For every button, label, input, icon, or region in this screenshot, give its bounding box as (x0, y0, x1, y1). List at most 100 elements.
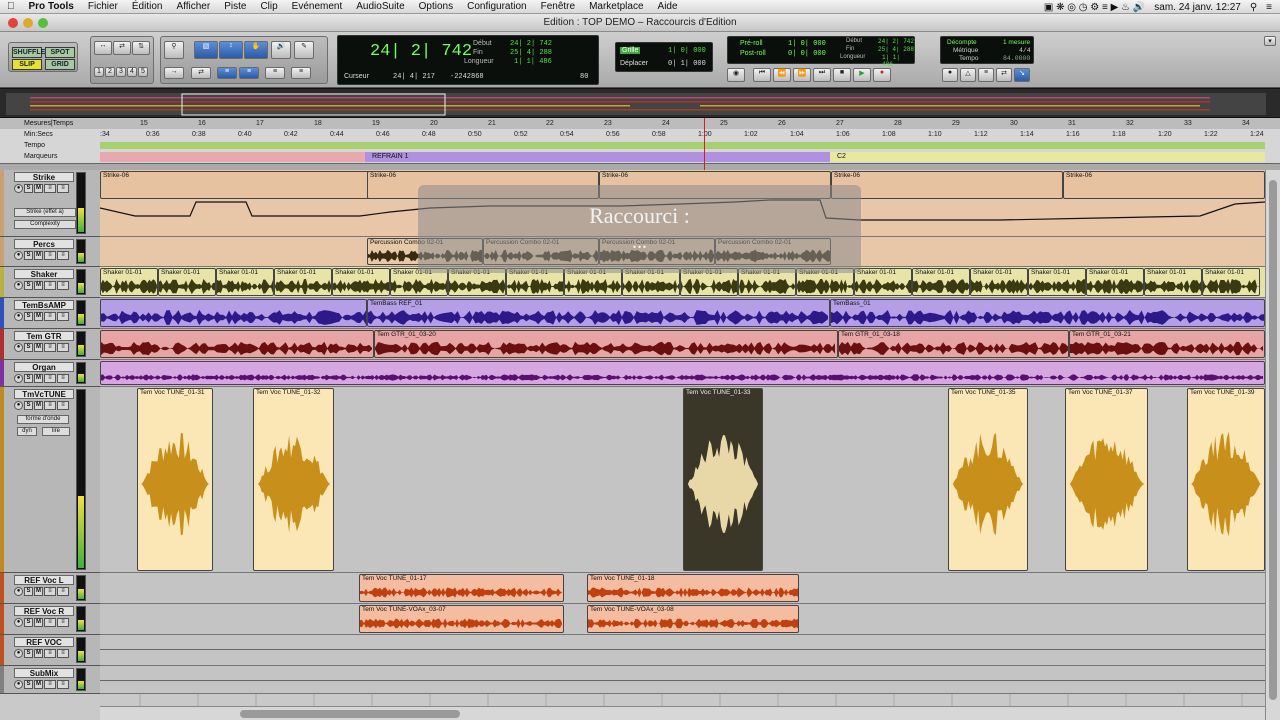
record-enable-button[interactable]: ● (14, 184, 23, 193)
spot-mode-button[interactable]: SPOT (45, 47, 75, 58)
vertical-scrollbar[interactable] (1265, 170, 1280, 720)
grid-mode-button[interactable]: GRID (45, 59, 75, 70)
audio-clip[interactable]: Shaker 01-01 (332, 268, 390, 296)
automation-button[interactable]: ≡ (57, 184, 69, 193)
list-icon[interactable]: ≡ (1266, 2, 1272, 13)
audio-clip[interactable]: Tem Voc TUNE_01-18 (587, 574, 799, 602)
menu-fenetre[interactable]: Fenêtre (534, 1, 582, 12)
track-header[interactable]: Strike ● S M ≡ ≡ Strike (effet a) Complexity (0, 170, 100, 237)
menu-options[interactable]: Options (412, 1, 460, 12)
track-lane[interactable]: Tem Voc TUNE_01-31 Tem Voc TUNE_01-32 Tem … (100, 387, 1265, 573)
track-name[interactable]: SubMix (14, 668, 74, 678)
audio-clip[interactable]: TemBass_01 (830, 299, 1265, 327)
status-icons[interactable]: ▣ ❋ ◎ ◷ ⚙ ≡ ▶ ♨ 🔊 (1044, 2, 1145, 13)
audio-clip[interactable]: Shaker 01-01 (912, 268, 970, 296)
zoom-preset-4[interactable]: 4 (127, 67, 137, 77)
nudge-value[interactable]: 0| 1| 000 (668, 60, 706, 68)
record-enable-button[interactable]: ● (14, 587, 23, 596)
track-header[interactable]: TmVcTUNE ● S M ≡ ≡ forme d'onde dyn lire (0, 387, 100, 573)
track-view-button[interactable]: ≡ (44, 649, 56, 658)
audio-clip[interactable]: Tem Voc TUNE_01-37 (1065, 388, 1148, 571)
automation-button[interactable]: ≡ (57, 374, 69, 383)
play-icon[interactable]: ▶ (853, 68, 871, 82)
markers-ruler[interactable]: Marqueurs REFRAIN 1 C2 (0, 151, 1280, 163)
app-menu[interactable]: Pro Tools (22, 1, 81, 12)
record-enable-button[interactable]: ● (14, 312, 23, 321)
tempo-value[interactable]: 84.0000 (1003, 55, 1030, 62)
minimize-window-button[interactable] (23, 18, 33, 28)
zoomer-tool-icon[interactable]: ⚲ (164, 41, 184, 59)
audio-clip[interactable]: Tem Voc TUNE_01-39 (1187, 388, 1265, 571)
tab-to-transient-icon[interactable]: → (164, 67, 184, 79)
menu-edition[interactable]: Édition (125, 1, 170, 12)
menu-fichier[interactable]: Fichier (81, 1, 125, 12)
record-icon[interactable]: ● (873, 68, 891, 82)
end-value[interactable]: 25| 4| 288 (510, 49, 552, 57)
automation-button[interactable]: ≡ (57, 312, 69, 321)
track-lane[interactable] (100, 360, 1265, 387)
audio-clip[interactable]: Tem GTR_01_03-18 (838, 330, 1069, 358)
toolbar-menu-icon[interactable]: ▾ (1264, 36, 1276, 46)
automation-button[interactable]: ≡ (57, 649, 69, 658)
link-track-icon[interactable]: ≡ (217, 67, 237, 79)
audio-clip[interactable]: Tem Voc TUNE_01-17 (359, 574, 564, 602)
menu-marketplace[interactable]: Marketplace (582, 1, 650, 12)
track-header[interactable]: Percs ● S M ≡ ≡ (0, 237, 100, 267)
automation-follows-icon[interactable]: ≡ (291, 67, 311, 79)
track-lane[interactable]: Tem Voc TUNE-VOAx_03-07 Tem Voc TUNE-VOAx… (100, 604, 1265, 635)
minsecs-ruler[interactable]: Min:Secs :34 0:36 0:38 0:40 0:42 0:44 0:46 0:48… (0, 129, 1280, 140)
track-name[interactable]: TemBsAMP (14, 300, 74, 310)
audio-clip[interactable]: Tem Voc TUNE-VOAx_03-08 (587, 605, 799, 633)
universe-overview[interactable] (0, 88, 1280, 118)
slip-mode-button[interactable]: SLIP (12, 59, 42, 70)
audio-clip[interactable]: Tem Voc TUNE_01-32 (253, 388, 334, 571)
audio-clip[interactable]: Shaker 01-01 (1028, 268, 1086, 296)
mute-button[interactable]: M (34, 251, 43, 260)
pencil-tool-icon[interactable]: ✎ (294, 41, 314, 59)
solo-button[interactable]: S (24, 251, 33, 260)
automation-button[interactable]: ≡ (57, 618, 69, 627)
track-header[interactable]: Shaker ● S M ≡ ≡ (0, 267, 100, 298)
track-header[interactable]: REF Voc L ● S M ≡ ≡ (0, 573, 100, 604)
selector-tool-icon[interactable]: ↕ (219, 41, 243, 59)
audio-clip[interactable]: Shaker 01-01 (158, 268, 216, 296)
solo-button[interactable]: S (24, 343, 33, 352)
zoom-out-icon[interactable]: ↔ (94, 41, 112, 55)
trim-tool-icon[interactable]: ▧ (194, 41, 218, 59)
track-view-button[interactable]: ≡ (44, 680, 56, 689)
solo-button[interactable]: S (24, 184, 33, 193)
track-header[interactable]: SubMix ● S M ≡ ≡ (0, 666, 100, 694)
audio-clip[interactable]: Tem Voc TUNE_01-31 (137, 388, 213, 571)
audio-clip[interactable]: Tem GTR_01_03-21 (1069, 330, 1265, 358)
transport-start[interactable]: 24| 2| 742 (878, 38, 914, 45)
menu-afficher[interactable]: Afficher (169, 1, 217, 12)
vertical-scroll-thumb[interactable] (1269, 180, 1277, 700)
track-header[interactable]: REF VOC ● S M ≡ ≡ (0, 635, 100, 666)
solo-button[interactable]: S (24, 680, 33, 689)
solo-button[interactable]: S (24, 374, 33, 383)
track-name[interactable]: TmVcTUNE (14, 389, 74, 399)
solo-button[interactable]: S (24, 618, 33, 627)
track-name[interactable]: REF Voc L (14, 575, 74, 585)
main-counter[interactable]: 24| 2| 742 (370, 42, 472, 61)
menu-aide[interactable]: Aide (651, 1, 685, 12)
automation-button[interactable]: ≡ (57, 251, 69, 260)
audio-clip[interactable]: Tem Voc TUNE-VOAx_03-07 (359, 605, 564, 633)
record-enable-button[interactable]: ● (14, 618, 23, 627)
bars-ruler[interactable]: Mesures|Temps 15 16 17 18 19 20 21 22 23 24 25 26 27… (0, 118, 1280, 129)
countoff-value[interactable]: 1 mesure (1003, 39, 1030, 46)
marker-refrain-1[interactable]: REFRAIN 1 (365, 152, 830, 162)
horizontal-scroll-thumb[interactable] (240, 710, 460, 718)
audio-clip[interactable]: Shaker 01-01 (970, 268, 1028, 296)
grid-value[interactable]: 1| 0| 000 (668, 47, 706, 55)
track-name[interactable]: Organ (14, 362, 74, 372)
track-view-button[interactable]: ≡ (44, 312, 56, 321)
mute-button[interactable]: M (34, 649, 43, 658)
shuffle-mode-button[interactable]: SHUFFLE (12, 47, 45, 58)
menu-piste[interactable]: Piste (217, 1, 253, 12)
timebase-selector[interactable]: dyn (17, 427, 37, 436)
zoom-preset-2[interactable]: 2 (105, 67, 115, 77)
menu-evenement[interactable]: Evénement (285, 1, 350, 12)
return-to-zero-icon[interactable]: ⏮ (753, 68, 771, 82)
solo-button[interactable]: S (24, 312, 33, 321)
